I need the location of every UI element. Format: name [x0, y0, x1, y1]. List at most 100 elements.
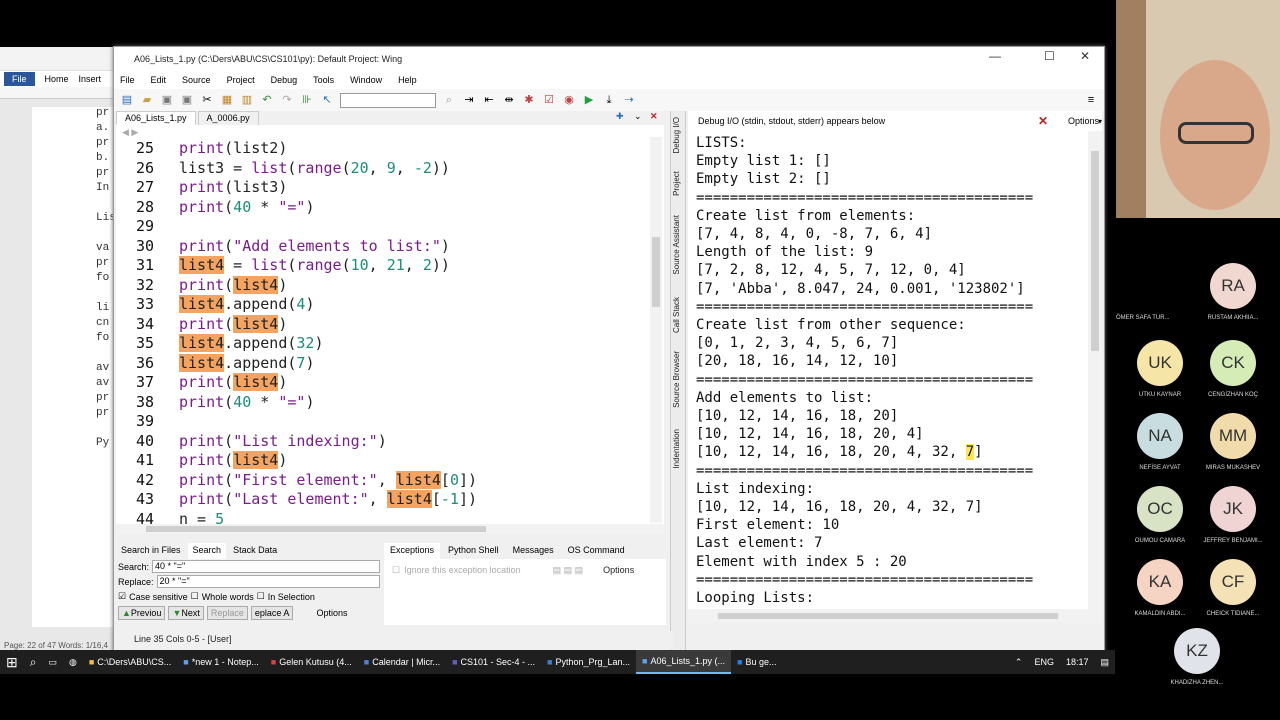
menu-project[interactable]: Project: [227, 75, 255, 85]
replace-all-button[interactable]: eplace A: [250, 605, 294, 620]
side-tab-project[interactable]: Project: [672, 171, 681, 196]
menu-tools[interactable]: Tools: [313, 75, 334, 85]
debug-vertical-scrollbar[interactable]: [1088, 131, 1102, 611]
tray-chevron-icon[interactable]: ⌃: [1009, 650, 1029, 674]
browser-icon[interactable]: ◍: [63, 650, 83, 674]
scroll-thumb[interactable]: [718, 613, 1058, 619]
save-icon[interactable]: ▣: [160, 93, 174, 107]
tab-search-in-files[interactable]: Search in Files: [116, 543, 186, 559]
replace-input[interactable]: 20 * "=": [156, 575, 380, 588]
cut-icon[interactable]: ✂: [200, 93, 214, 107]
menu-file[interactable]: File: [120, 75, 135, 85]
side-tab-indentation[interactable]: Indentation: [672, 429, 681, 469]
taskbar-item[interactable]: ■ Calendar | Micr...: [358, 650, 446, 674]
participant-tile[interactable]: RA ÖMER SAFA TUR... RUSTAM AKHIIA...: [1116, 263, 1278, 321]
maximize-icon[interactable]: ☐: [1044, 49, 1055, 63]
close-icon[interactable]: ✕: [1080, 49, 1090, 63]
options-chevron-icon[interactable]: ▾: [1098, 117, 1102, 126]
windows-start-icon[interactable]: ⊞: [0, 650, 24, 674]
indent-guide-icon[interactable]: ⊪: [300, 93, 314, 107]
ignore-checkbox[interactable]: ☐: [392, 565, 400, 576]
in-selection-checkbox[interactable]: ☐: [257, 591, 265, 602]
step-icon[interactable]: ⤓: [602, 93, 616, 107]
search-input[interactable]: 40 * "=": [152, 560, 380, 573]
code-editor[interactable]: ◀ ▶ 25 print(list2) 26 list3 = list(range(2…: [116, 125, 664, 525]
language-indicator[interactable]: ENG: [1028, 650, 1060, 674]
search-icon[interactable]: ⌕: [24, 650, 43, 674]
taskbar-item[interactable]: ■ A06_Lists_1.py (...: [636, 650, 732, 674]
tab-exceptions[interactable]: Exceptions: [384, 543, 441, 559]
search-icon[interactable]: ⌕: [442, 93, 456, 107]
taskbar-item[interactable]: ■ CS101 - Sec-4 - ...: [446, 650, 541, 674]
participant-tile[interactable]: JK JEFFREY BENJAMI...: [1188, 486, 1278, 544]
step-over-icon[interactable]: ⇢: [622, 93, 636, 107]
close-editor-icon[interactable]: ✕: [650, 111, 658, 122]
tab-os-command[interactable]: OS Command: [562, 543, 631, 559]
tab-messages[interactable]: Messages: [507, 543, 560, 559]
scroll-thumb[interactable]: [146, 526, 486, 532]
participant-tile[interactable]: CK CENGİZHAN KOÇ: [1188, 340, 1278, 398]
task-view-icon[interactable]: ▭: [42, 650, 63, 674]
nav-arrows-icon[interactable]: ◀ ▶: [122, 127, 138, 138]
toolbar-search-input[interactable]: [340, 92, 436, 108]
minimize-icon[interactable]: —: [989, 49, 1001, 63]
replace-button[interactable]: Replace: [206, 605, 248, 620]
clock[interactable]: 18:17: [1060, 650, 1095, 674]
taskbar-item[interactable]: ■ Gelen Kutusu (4...: [265, 650, 358, 674]
word-home-tab[interactable]: Home: [45, 74, 69, 84]
tab-search[interactable]: Search: [187, 543, 227, 559]
participant-tile[interactable]: CF CHEICK TIDIANE...: [1188, 559, 1278, 617]
debug-options-button[interactable]: Options: [1068, 116, 1099, 126]
side-tab-source-browser[interactable]: Source Browser: [672, 351, 681, 408]
chevron-down-icon[interactable]: ⌄: [634, 111, 642, 122]
participant-tile[interactable]: KZ KHADIZHA ZHEN...: [1152, 628, 1242, 686]
menu-source[interactable]: Source: [182, 75, 211, 85]
scroll-thumb[interactable]: [1091, 151, 1099, 351]
close-debug-icon[interactable]: ✕: [1038, 114, 1048, 128]
menu-debug[interactable]: Debug: [271, 75, 298, 85]
save-all-icon[interactable]: ▣: [180, 93, 194, 107]
debug-icon[interactable]: ✱: [522, 93, 536, 107]
search-options-button[interactable]: Options: [316, 608, 347, 618]
side-tab-call-stack[interactable]: Call Stack: [672, 297, 681, 333]
outdent-icon[interactable]: ⇤: [482, 93, 496, 107]
taskbar-item[interactable]: ■ Python_Prg_Lan...: [541, 650, 636, 674]
pin-icon[interactable]: ✚: [616, 111, 624, 122]
indent-icon[interactable]: ⇥: [462, 93, 476, 107]
taskbar-item[interactable]: ■ C:\Ders\ABU\CS...: [83, 650, 177, 674]
side-tab-debug-io[interactable]: Debug I/O: [672, 117, 681, 153]
menu-edit[interactable]: Edit: [151, 75, 167, 85]
new-file-icon[interactable]: ▤: [120, 93, 134, 107]
toolbar-menu-icon[interactable]: ≡: [1084, 93, 1098, 107]
word-insert-tab[interactable]: Insert: [79, 74, 102, 84]
pointer-icon[interactable]: ↖: [320, 93, 334, 107]
debug-horizontal-scrollbar[interactable]: [688, 609, 1102, 623]
taskbar-item[interactable]: ■ *new 1 - Notep...: [177, 650, 264, 674]
run-icon[interactable]: ▶: [582, 93, 596, 107]
menu-window[interactable]: Window: [350, 75, 382, 85]
undo-icon[interactable]: ↶: [260, 93, 274, 107]
tab-a-0006[interactable]: A_0006.py: [197, 111, 259, 125]
menu-help[interactable]: Help: [398, 75, 417, 85]
case-sensitive-checkbox[interactable]: ☑: [118, 591, 126, 602]
taskbar-item[interactable]: ■ Bu ge...: [731, 650, 782, 674]
notifications-icon[interactable]: ▤: [1094, 650, 1115, 674]
list-icon[interactable]: ▤ ▤ ▤: [553, 565, 584, 576]
comment-icon[interactable]: ⇹: [502, 93, 516, 107]
tab-python-shell[interactable]: Python Shell: [442, 543, 505, 559]
check-icon[interactable]: ☑: [542, 93, 556, 107]
scroll-thumb[interactable]: [652, 237, 660, 307]
open-folder-icon[interactable]: ▰: [140, 93, 154, 107]
tab-a06-lists[interactable]: A06_Lists_1.py: [116, 111, 196, 125]
paste-icon[interactable]: ▥: [240, 93, 254, 107]
whole-words-checkbox[interactable]: ☐: [191, 591, 199, 602]
side-tab-source-assistant[interactable]: Source Assistant: [672, 215, 681, 275]
tab-stack-data[interactable]: Stack Data: [228, 543, 282, 559]
breakpoint-icon[interactable]: ◉: [562, 93, 576, 107]
previous-button[interactable]: ▲Previou: [118, 605, 166, 620]
exceptions-options-button[interactable]: Options: [603, 565, 634, 576]
editor-vertical-scrollbar[interactable]: [650, 137, 662, 523]
copy-icon[interactable]: ▦: [220, 93, 234, 107]
participant-tile[interactable]: MM MIRAS MUKASHEV: [1188, 413, 1278, 471]
word-file-tab[interactable]: File: [4, 72, 35, 86]
